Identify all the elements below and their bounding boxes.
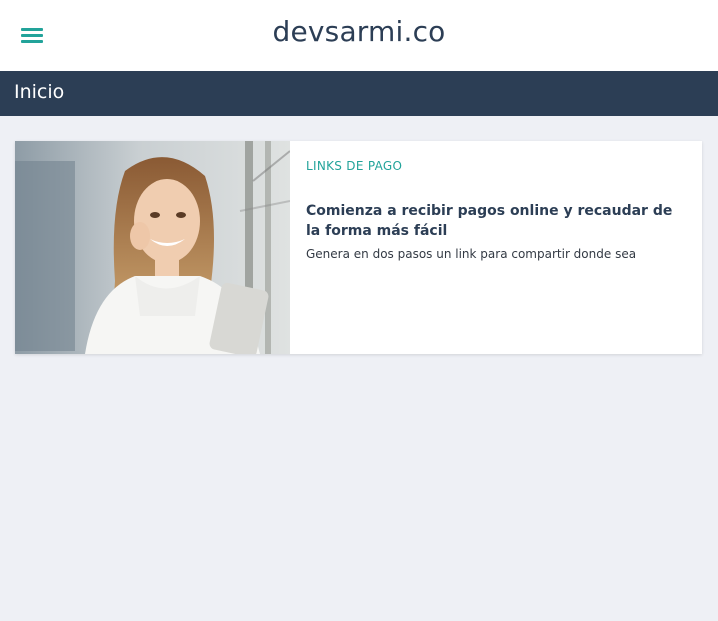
site-logo[interactable]: devsarmi.co [0, 15, 718, 48]
section-header: Inicio [0, 71, 718, 116]
page-title: Inicio [14, 81, 65, 103]
card-title[interactable]: Comienza a recibir pagos online y recaud… [306, 201, 676, 241]
card-category-label[interactable]: LINKS DE PAGO [306, 159, 402, 173]
top-app-bar: devsarmi.co [0, 0, 718, 71]
card-photo[interactable] [15, 141, 290, 354]
card-description: Genera en dos pasos un link para compart… [306, 247, 637, 261]
article-card[interactable]: LINKS DE PAGO Comienza a recibir pagos o… [15, 141, 702, 354]
